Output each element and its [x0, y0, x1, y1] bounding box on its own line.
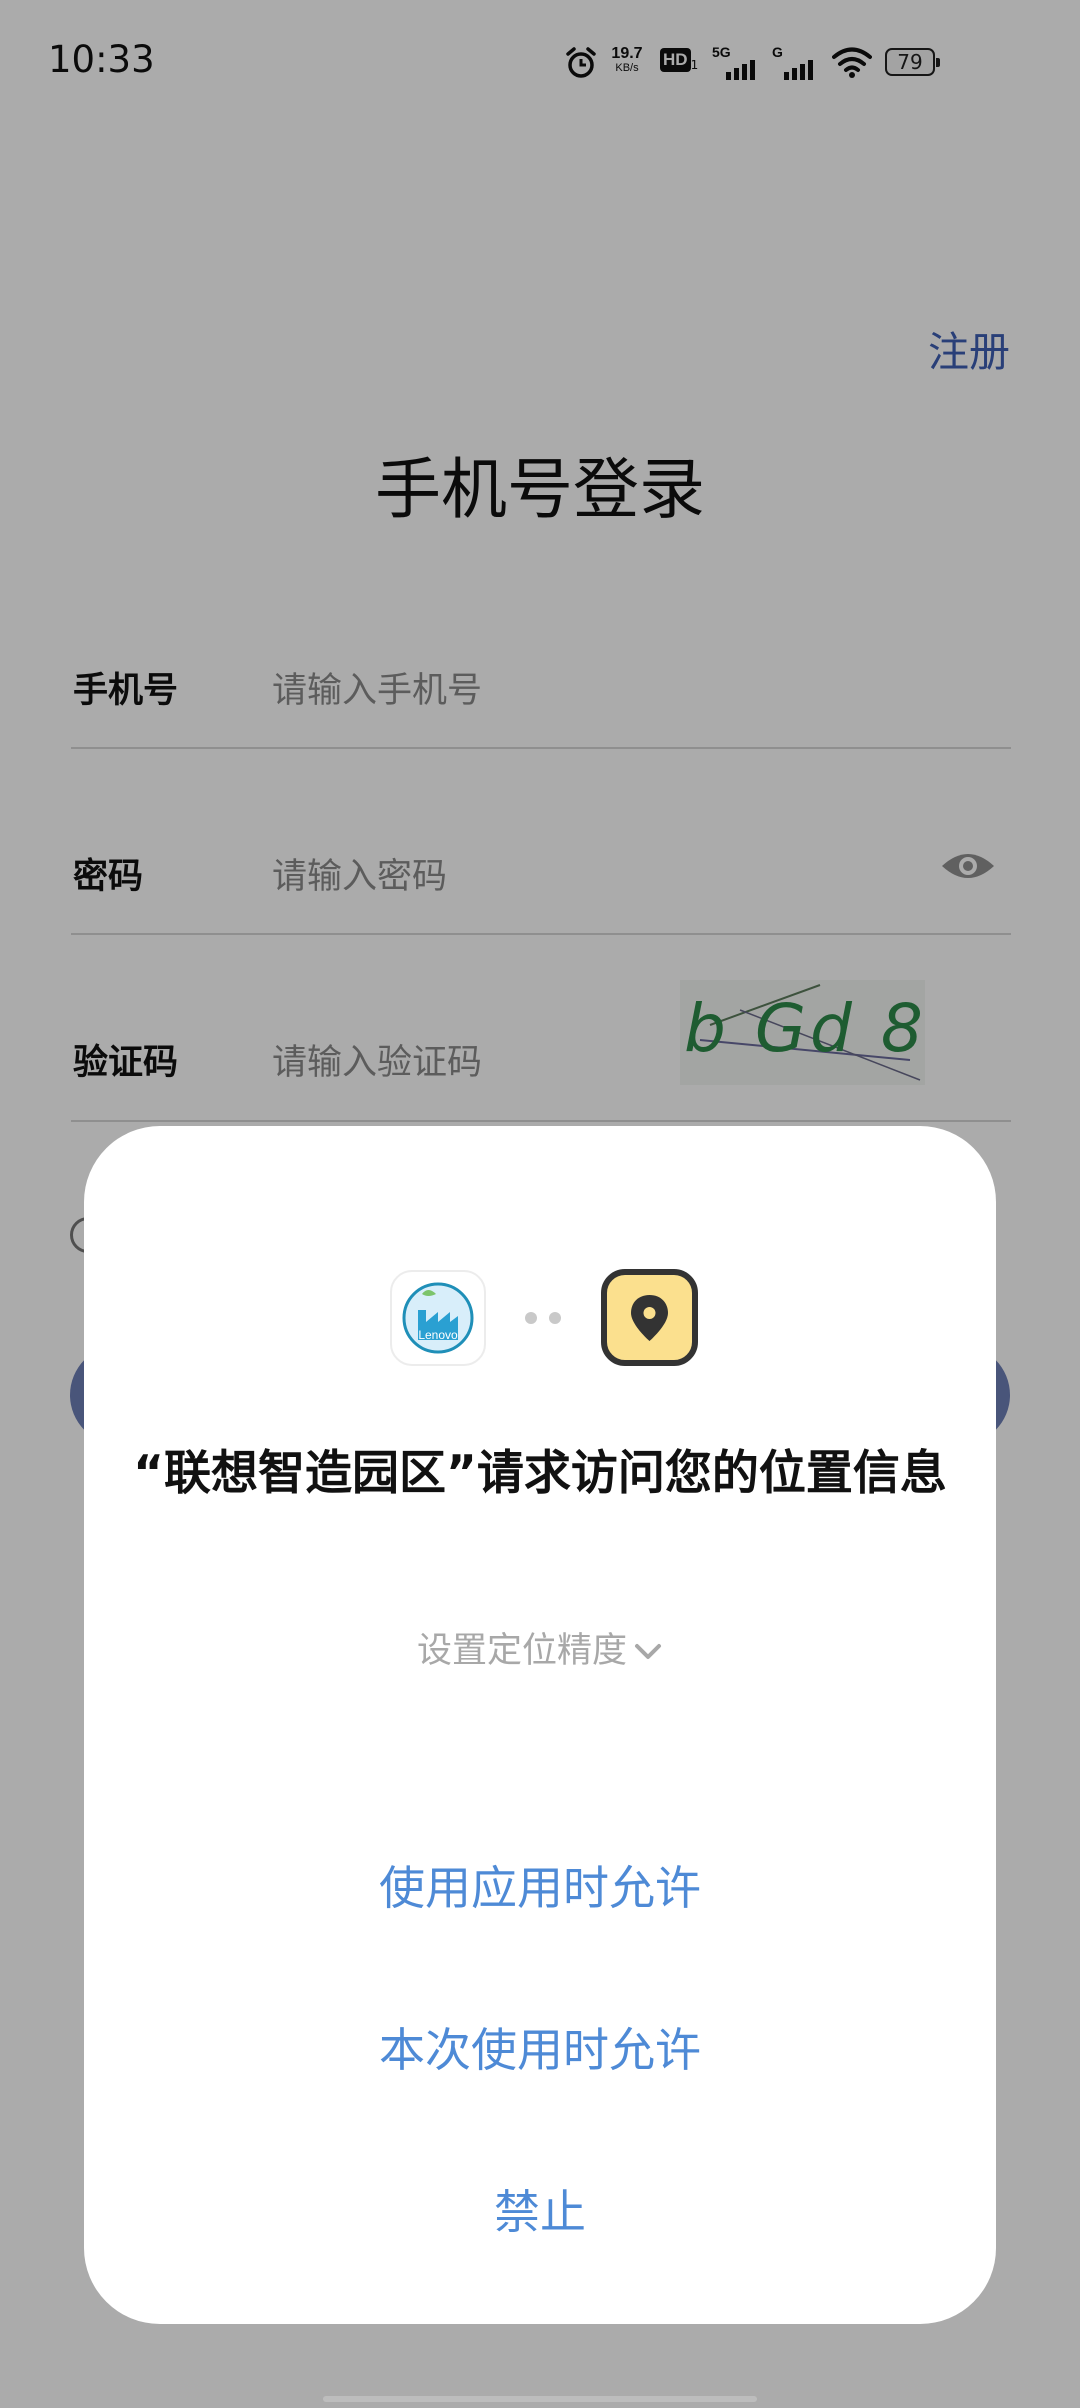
connector-dot	[525, 1312, 537, 1324]
location-permission-dialog	[84, 1126, 996, 2324]
app-icon-text: Lenovo	[418, 1328, 458, 1342]
allow-while-using-button[interactable]: 使用应用时允许	[84, 1852, 996, 1918]
connector-dot	[549, 1312, 561, 1324]
accuracy-label: 设置定位精度	[416, 1631, 627, 1671]
dialog-title: “联想智造园区”请求访问您的位置信息	[133, 1446, 947, 1501]
app-icon: Lenovo	[390, 1270, 486, 1366]
location-pin-icon	[601, 1269, 698, 1366]
allow-once-button[interactable]: 本次使用时允许	[84, 2014, 996, 2080]
deny-button[interactable]: 禁止	[84, 2176, 996, 2242]
home-indicator[interactable]	[323, 2396, 757, 2402]
location-accuracy-toggle[interactable]: 设置定位精度	[0, 1622, 1080, 1673]
chevron-down-icon	[635, 1644, 661, 1659]
